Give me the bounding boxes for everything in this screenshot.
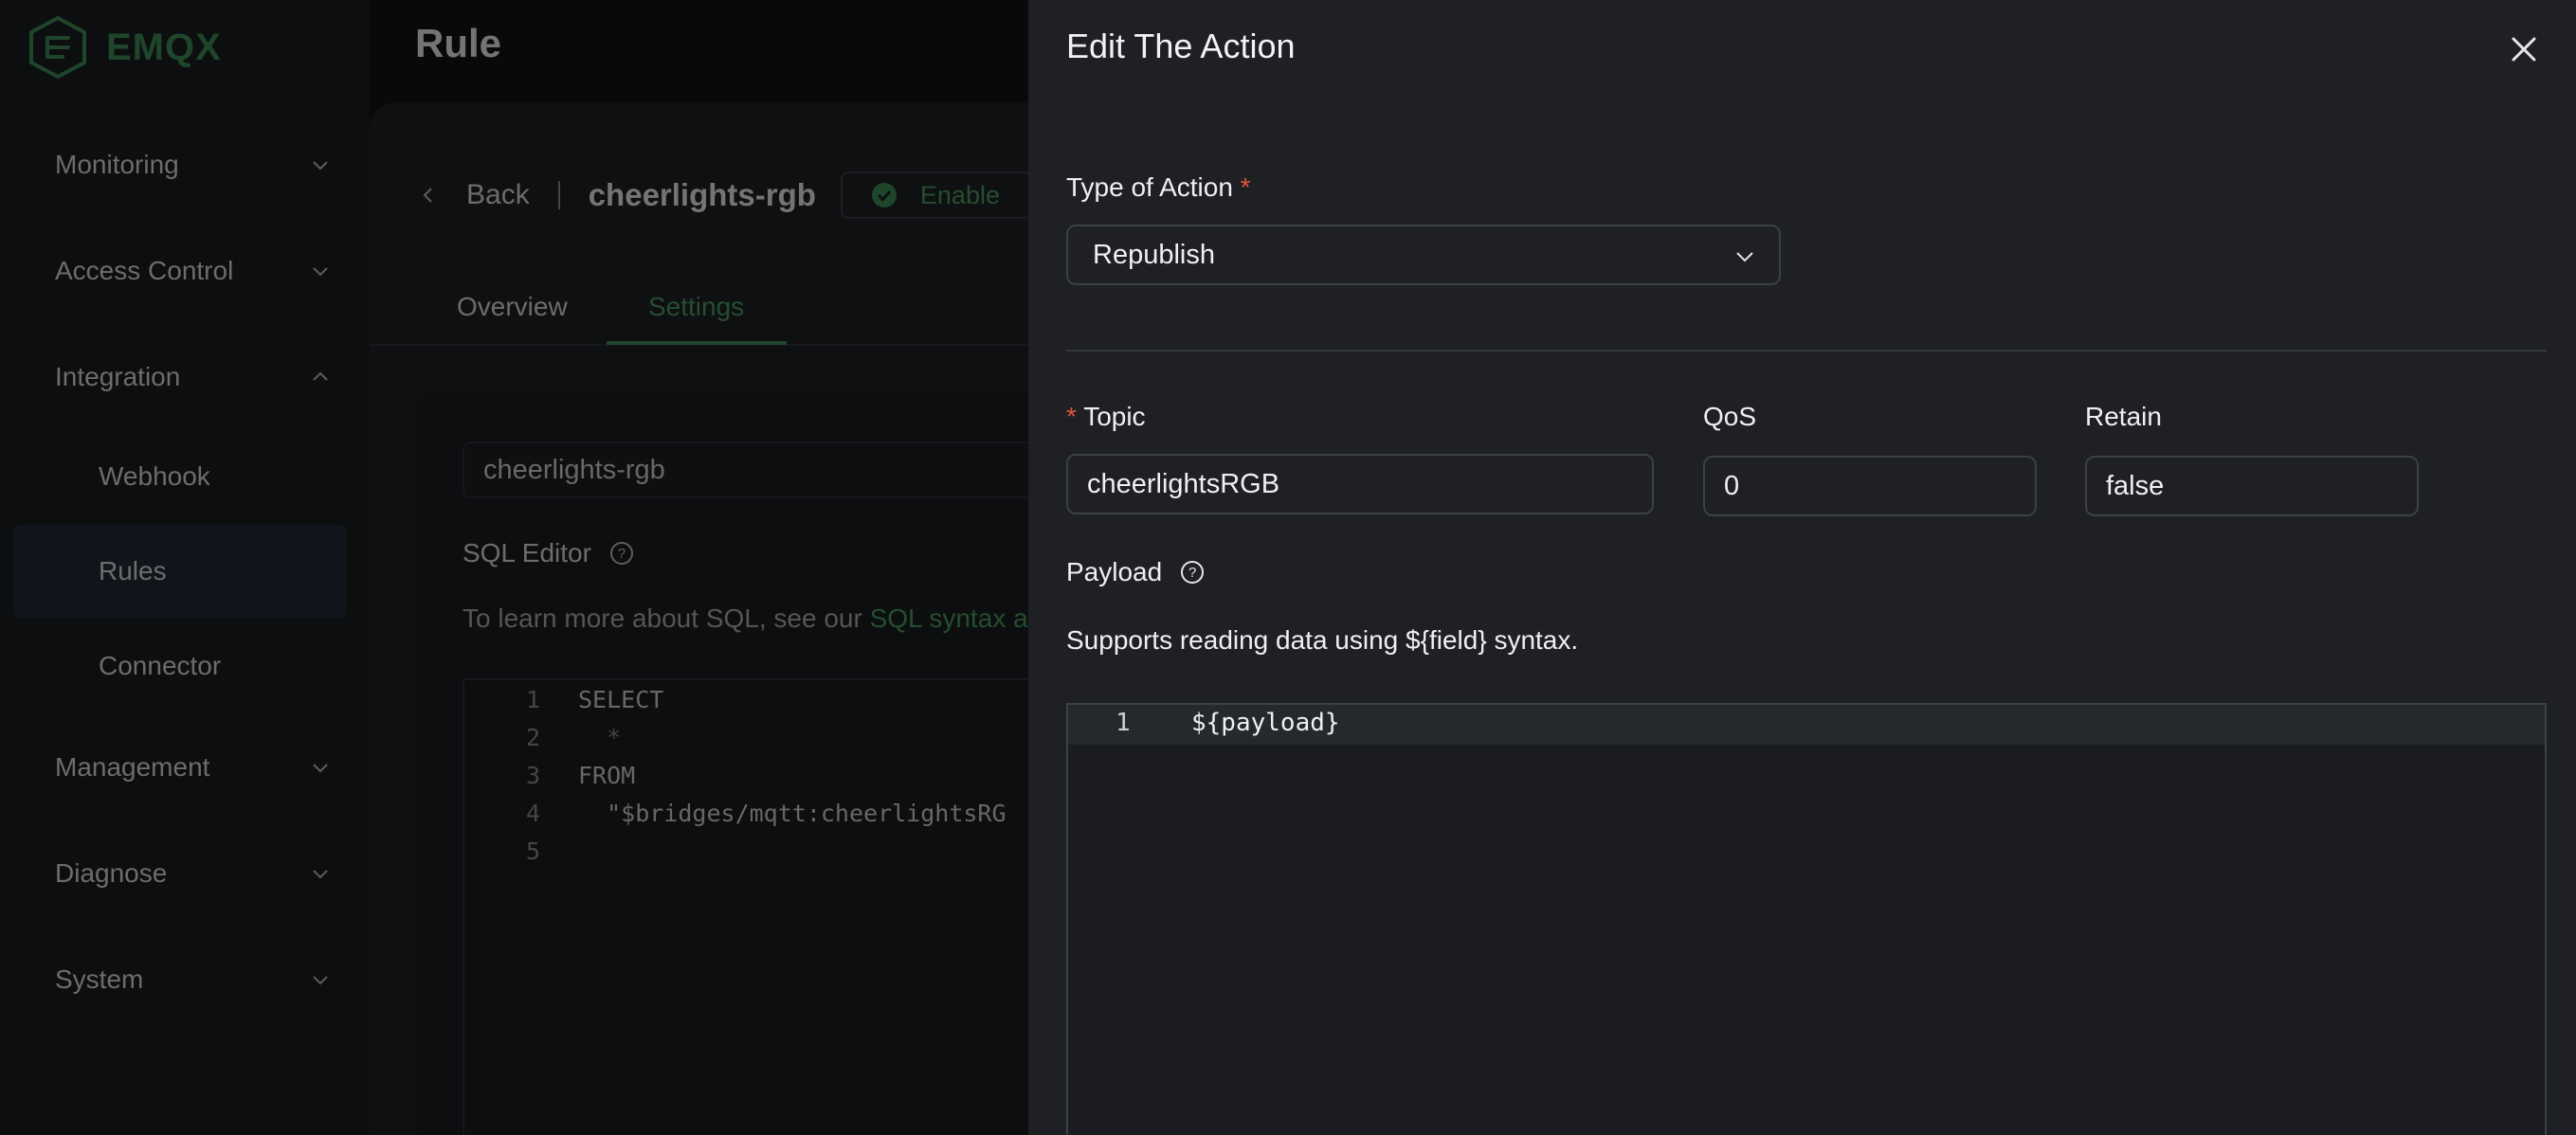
edit-action-drawer: Edit The Action Type of Action * Republi… bbox=[1028, 0, 2576, 1135]
type-of-action-label: Type of Action * bbox=[1066, 172, 1251, 203]
qos-input[interactable]: 0 bbox=[1703, 456, 2037, 516]
type-of-action-label-text: Type of Action bbox=[1066, 172, 1233, 202]
line-number: 1 bbox=[1116, 709, 1131, 737]
section-divider bbox=[1066, 350, 2547, 351]
payload-hint: Supports reading data using ${field} syn… bbox=[1066, 625, 1579, 655]
required-mark: * bbox=[1240, 172, 1251, 202]
chevron-down-icon bbox=[1736, 252, 1753, 262]
page: EMQX Monitoring Access Control Integrati… bbox=[0, 0, 2576, 1135]
required-mark: * bbox=[1066, 402, 1077, 431]
payload-code-editor[interactable]: 1 ${payload} bbox=[1066, 703, 2547, 1135]
qos-label: QoS bbox=[1703, 402, 1757, 431]
type-of-action-value: Republish bbox=[1093, 239, 1215, 270]
type-of-action-select[interactable]: Republish bbox=[1066, 225, 1781, 285]
qos-value: 0 bbox=[1724, 470, 1740, 501]
topic-value: cheerlightsRGB bbox=[1087, 468, 1280, 499]
retain-input[interactable]: false bbox=[2085, 456, 2419, 516]
retain-value: false bbox=[2106, 470, 2165, 501]
code-text: ${payload} bbox=[1191, 709, 1340, 737]
topic-label-text: Topic bbox=[1083, 402, 1146, 431]
payload-label: Payload ? bbox=[1066, 557, 1205, 587]
payload-label-text: Payload bbox=[1066, 557, 1163, 586]
modal-overlay[interactable] bbox=[0, 0, 1028, 1135]
retain-label: Retain bbox=[2085, 402, 2162, 431]
topic-input[interactable]: cheerlightsRGB bbox=[1066, 454, 1654, 514]
close-icon[interactable] bbox=[2507, 32, 2541, 66]
help-icon[interactable]: ? bbox=[1181, 561, 1205, 584]
topic-label: * Topic bbox=[1066, 402, 1146, 432]
drawer-title: Edit The Action bbox=[1066, 27, 1296, 65]
